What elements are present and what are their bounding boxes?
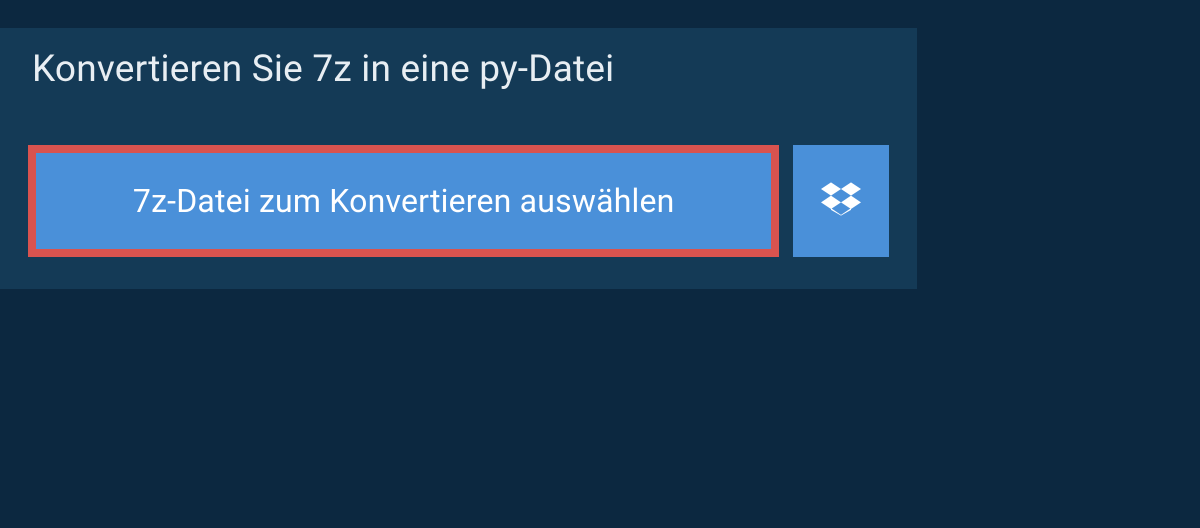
page-title: Konvertieren Sie 7z in eine py-Datei bbox=[32, 48, 688, 91]
dropbox-icon bbox=[821, 179, 861, 223]
select-file-button[interactable]: 7z-Datei zum Konvertieren auswählen bbox=[36, 153, 771, 249]
converter-panel: Konvertieren Sie 7z in eine py-Datei 7z-… bbox=[0, 28, 917, 289]
select-file-highlight-frame: 7z-Datei zum Konvertieren auswählen bbox=[28, 145, 779, 257]
action-row: 7z-Datei zum Konvertieren auswählen bbox=[0, 115, 917, 289]
select-file-label: 7z-Datei zum Konvertieren auswählen bbox=[133, 182, 675, 220]
dropbox-button[interactable] bbox=[793, 145, 889, 257]
heading-container: Konvertieren Sie 7z in eine py-Datei bbox=[0, 28, 720, 115]
